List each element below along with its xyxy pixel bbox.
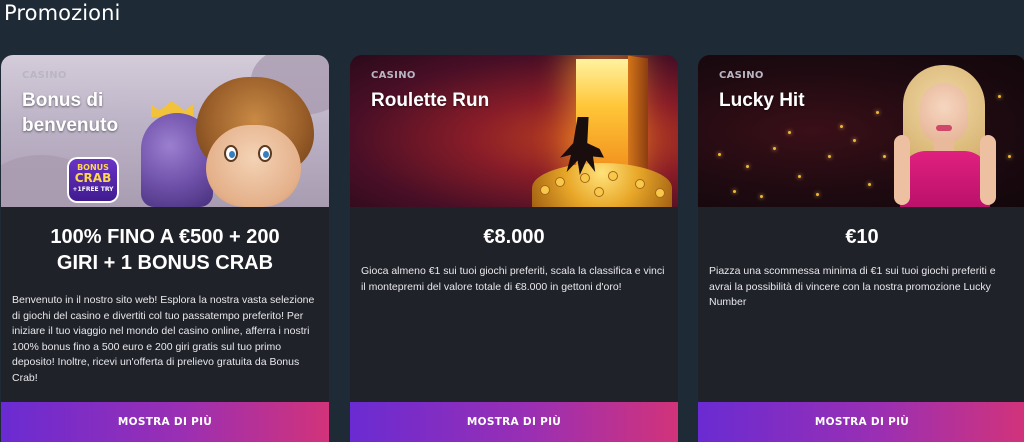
- bonus-crab-logo: BONUS CRAB +1FREE TRY: [67, 157, 119, 203]
- promo-card-lucky-hit[interactable]: CASINO Lucky Hit €10 Piazza una scommess…: [698, 55, 1024, 442]
- promo-card-roulette-run[interactable]: CASINO Roulette Run €8.000 Gioca almeno …: [350, 55, 678, 442]
- gold-coins-graphic: [532, 163, 672, 207]
- promo-banner-image: CASINO Lucky Hit: [698, 55, 1024, 207]
- show-more-button[interactable]: MOSTRA DI PIÙ: [350, 402, 678, 442]
- section-title: Promozioni: [4, 1, 121, 25]
- promo-banner-image: CASINO Roulette Run: [350, 55, 678, 207]
- promo-title: Bonus di benvenuto: [22, 90, 119, 136]
- promo-title: Lucky Hit: [719, 90, 805, 111]
- promo-title: Roulette Run: [371, 90, 490, 111]
- promo-category: CASINO: [22, 70, 67, 81]
- promo-card-welcome-bonus[interactable]: BONUS CRAB +1FREE TRY CASINO Bonus di be…: [1, 55, 329, 442]
- promo-description: Piazza una scommessa minima di €1 sui tu…: [709, 265, 996, 308]
- promo-banner-image: BONUS CRAB +1FREE TRY CASINO Bonus di be…: [1, 55, 329, 207]
- promo-headline: €10: [845, 226, 879, 248]
- show-more-button[interactable]: MOSTRA DI PIÙ: [698, 402, 1024, 442]
- show-more-button[interactable]: MOSTRA DI PIÙ: [1, 402, 329, 442]
- promo-category: CASINO: [371, 70, 416, 81]
- promo-description: Benvenuto in il nostro sito web! Esplora…: [12, 294, 315, 384]
- promo-category: CASINO: [719, 70, 764, 81]
- promo-headline: €8.000: [483, 226, 545, 248]
- promo-description: Gioca almeno €1 sui tuoi giochi preferit…: [361, 265, 665, 293]
- promo-headline: 100% FINO A €500 + 200 GIRI + 1 BONUS CR…: [50, 226, 280, 274]
